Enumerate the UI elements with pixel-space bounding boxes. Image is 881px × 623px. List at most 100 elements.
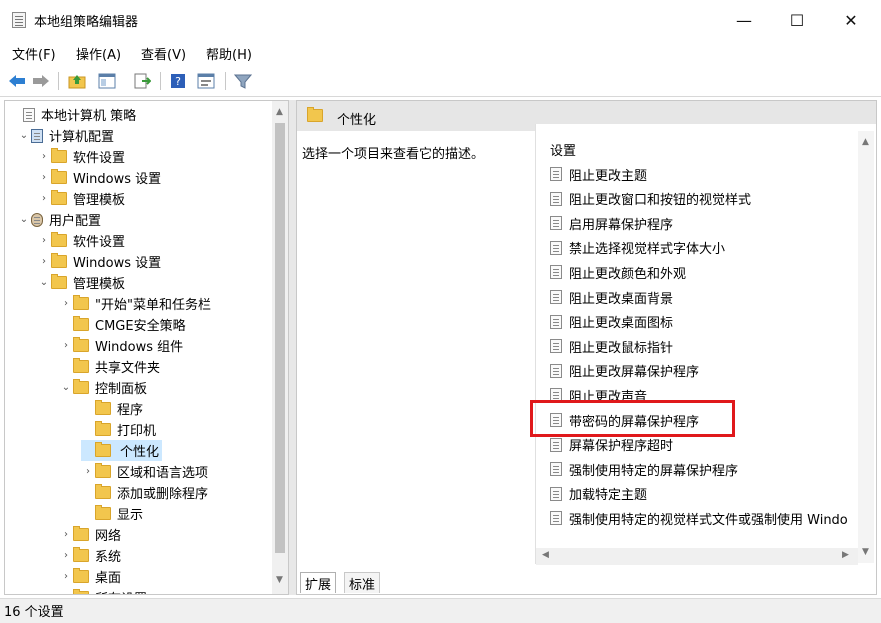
tree-item[interactable]: › 区域和语言选项 bbox=[81, 461, 208, 482]
folder-icon bbox=[73, 379, 89, 394]
setting-label: 带密码的屏幕保护程序 bbox=[569, 414, 700, 430]
tree-item[interactable]: › 软件设置 bbox=[37, 146, 125, 167]
setting-item[interactable]: 阻止更改桌面图标 bbox=[550, 310, 673, 334]
tree-item[interactable]: 程序 bbox=[81, 398, 143, 419]
chevron-down-icon[interactable]: ⌄ bbox=[37, 277, 51, 288]
tree-item[interactable]: 共享文件夹 bbox=[59, 356, 160, 377]
setting-item[interactable]: 加载特定主题 bbox=[550, 482, 647, 506]
filter-icon[interactable] bbox=[232, 70, 254, 92]
setting-label: 强制使用特定的视觉样式文件或强制使用 Windo bbox=[569, 512, 848, 528]
tree-item[interactable]: 个性化 bbox=[81, 440, 163, 461]
folder-icon bbox=[95, 400, 111, 415]
setting-item[interactable]: 阻止更改窗口和按钮的视觉样式 bbox=[550, 187, 751, 211]
tab-standard[interactable]: 标准 bbox=[344, 572, 381, 593]
tree-item[interactable]: › Windows 设置 bbox=[37, 167, 161, 188]
maximize-button[interactable]: ☐ bbox=[774, 0, 820, 40]
scroll-down-icon[interactable]: ▼ bbox=[276, 575, 283, 585]
policy-setting-icon bbox=[550, 437, 562, 452]
tree-item[interactable]: 添加或删除程序 bbox=[81, 482, 208, 503]
setting-label: 禁止选择视觉样式字体大小 bbox=[569, 242, 726, 258]
export-list-icon[interactable] bbox=[131, 70, 153, 92]
tree-scrollbar[interactable]: ▲ ▼ bbox=[272, 101, 288, 594]
pane-splitter[interactable] bbox=[289, 100, 296, 595]
tree-item-label: 个性化 bbox=[117, 440, 163, 461]
forward-arrow-icon[interactable] bbox=[30, 70, 52, 92]
tree-item[interactable]: › 软件设置 bbox=[37, 230, 125, 251]
folder-icon bbox=[307, 107, 323, 122]
tree-item[interactable]: › 桌面 bbox=[59, 566, 121, 587]
tree-item-label: 打印机 bbox=[117, 424, 157, 439]
up-folder-icon[interactable] bbox=[66, 70, 88, 92]
setting-item[interactable]: 阻止更改主题 bbox=[550, 162, 647, 186]
tree-item[interactable]: ⌄ 控制面板 bbox=[59, 377, 147, 398]
tree-item[interactable]: ⌄ 管理模板 bbox=[37, 272, 125, 293]
policy-setting-icon bbox=[550, 216, 562, 231]
tree-item[interactable]: 显示 bbox=[81, 503, 143, 524]
chevron-right-icon[interactable]: › bbox=[59, 298, 73, 309]
chevron-right-icon[interactable]: › bbox=[59, 340, 73, 351]
help-icon[interactable]: ? bbox=[167, 70, 189, 92]
tab-extended[interactable]: 扩展 bbox=[300, 572, 337, 593]
policy-setting-icon bbox=[550, 363, 562, 378]
tree-item-label: 软件设置 bbox=[73, 235, 126, 250]
setting-item[interactable]: 带密码的屏幕保护程序 bbox=[550, 408, 699, 432]
setting-label: 阻止更改鼠标指针 bbox=[569, 340, 674, 356]
back-arrow-icon[interactable] bbox=[6, 70, 28, 92]
setting-item[interactable]: 禁止选择视觉样式字体大小 bbox=[550, 236, 725, 260]
setting-label: 屏幕保护程序超时 bbox=[569, 439, 674, 455]
chevron-right-icon[interactable]: › bbox=[59, 571, 73, 582]
chevron-right-icon[interactable]: › bbox=[37, 172, 51, 183]
settings-column-header[interactable]: 设置 bbox=[550, 140, 576, 159]
folder-icon bbox=[95, 421, 111, 436]
menu-help[interactable]: 帮助(H) bbox=[206, 44, 252, 63]
tree-item-label: 程序 bbox=[117, 403, 144, 418]
properties-icon[interactable] bbox=[195, 70, 217, 92]
tree-pane[interactable]: 本地计算机 策略 ⌄ 计算机配置 › 软件设置 › Windows 设置 › 管理模板 ⌄ 用户配置… bbox=[4, 100, 289, 595]
chevron-down-icon[interactable]: ⌄ bbox=[17, 130, 31, 141]
menu-view[interactable]: 查看(V) bbox=[141, 44, 186, 63]
settings-scrollbar[interactable]: ▲ ▼ bbox=[858, 131, 874, 563]
scroll-up-icon[interactable]: ▲ bbox=[276, 107, 283, 117]
policy-setting-icon bbox=[550, 265, 562, 280]
tree-item[interactable]: › 网络 bbox=[59, 524, 121, 545]
minimize-button[interactable]: — bbox=[721, 0, 767, 40]
tree-item[interactable]: CMGE安全策略 bbox=[59, 314, 186, 335]
show-hide-tree-icon[interactable] bbox=[96, 70, 118, 92]
tree-item[interactable]: › "开始"菜单和任务栏 bbox=[59, 293, 211, 314]
chevron-down-icon[interactable]: ⌄ bbox=[59, 382, 73, 393]
scroll-right-icon[interactable]: ▶ bbox=[842, 550, 849, 560]
menu-file[interactable]: 文件(F) bbox=[12, 44, 56, 63]
setting-item[interactable]: 阻止更改屏幕保护程序 bbox=[550, 359, 699, 383]
chevron-right-icon[interactable]: › bbox=[59, 550, 73, 561]
tree-item[interactable]: 打印机 bbox=[81, 419, 156, 440]
setting-item[interactable]: 强制使用特定的视觉样式文件或强制使用 Windo bbox=[550, 506, 848, 530]
scroll-up-icon[interactable]: ▲ bbox=[862, 137, 869, 147]
setting-item[interactable]: 阻止更改鼠标指针 bbox=[550, 334, 673, 358]
tree-item[interactable]: 本地计算机 策略 bbox=[9, 104, 136, 125]
settings-hscrollbar[interactable]: ◀ ▶ bbox=[536, 548, 858, 565]
setting-item[interactable]: 强制使用特定的屏幕保护程序 bbox=[550, 457, 738, 481]
scroll-left-icon[interactable]: ◀ bbox=[542, 550, 549, 560]
tree-item[interactable]: › Windows 设置 bbox=[37, 251, 161, 272]
chevron-down-icon[interactable]: ⌄ bbox=[17, 214, 31, 225]
setting-item[interactable]: 启用屏幕保护程序 bbox=[550, 211, 673, 235]
menu-action[interactable]: 操作(A) bbox=[76, 44, 121, 63]
tree-item[interactable]: › Windows 组件 bbox=[59, 335, 183, 356]
setting-item[interactable]: 阻止更改桌面背景 bbox=[550, 285, 673, 309]
chevron-right-icon[interactable]: › bbox=[37, 235, 51, 246]
tree-item[interactable]: 所有设置 bbox=[59, 587, 147, 594]
setting-item[interactable]: 阻止更改颜色和外观 bbox=[550, 260, 686, 284]
close-button[interactable]: ✕ bbox=[828, 0, 874, 40]
chevron-right-icon[interactable]: › bbox=[37, 256, 51, 267]
scroll-down-icon[interactable]: ▼ bbox=[862, 547, 869, 557]
tree-item[interactable]: ⌄ 计算机配置 bbox=[17, 125, 114, 146]
chevron-right-icon[interactable]: › bbox=[59, 529, 73, 540]
tree-scroll-thumb[interactable] bbox=[275, 123, 285, 553]
chevron-right-icon[interactable]: › bbox=[37, 151, 51, 162]
chevron-right-icon[interactable]: › bbox=[37, 193, 51, 204]
status-bar bbox=[0, 598, 881, 623]
tree-item[interactable]: › 管理模板 bbox=[37, 188, 125, 209]
chevron-right-icon[interactable]: › bbox=[81, 466, 95, 477]
tree-item[interactable]: › 系统 bbox=[59, 545, 121, 566]
tree-item[interactable]: ⌄ 用户配置 bbox=[17, 209, 101, 230]
